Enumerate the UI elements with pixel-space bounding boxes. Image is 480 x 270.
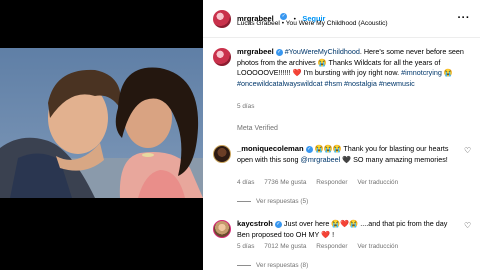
verified-icon: ✓	[305, 145, 313, 153]
comment-text: _moniquecoleman ✓ 😭😭😭 Thank you for blast…	[237, 144, 459, 165]
comment-author[interactable]: _moniquecoleman	[237, 144, 304, 153]
like-comment-icon[interactable]: ♡	[464, 222, 472, 230]
comment-actions: 4 días 7736 Me gusta Responder Ver tradu…	[237, 179, 406, 186]
comment-text: kaycstroh ✓ Just over here 😭❤️😭 ....and t…	[237, 219, 459, 240]
more-options-icon[interactable]: ···	[458, 12, 471, 24]
commenter-avatar[interactable]	[213, 145, 231, 163]
translate-button[interactable]: Ver traducción	[357, 243, 398, 250]
post-media-panel	[0, 0, 203, 270]
meta-verified-label: Meta Verified	[237, 125, 278, 132]
view-replies-button[interactable]: Ver respuestas (5)	[237, 198, 308, 205]
reply-button[interactable]: Responder	[316, 179, 347, 186]
translate-button[interactable]: Ver traducción	[357, 179, 398, 186]
comment-actions: 5 días 7012 Me gusta Responder Ver tradu…	[237, 243, 406, 250]
caption-avatar[interactable]	[213, 48, 231, 66]
comment-age: 4 días	[237, 179, 255, 186]
mention-link[interactable]: @mrgrabeel	[301, 155, 341, 164]
view-replies-button[interactable]: Ver respuestas (8)	[237, 262, 308, 269]
post-detail-panel: mrgrabeel ✓ • Seguir Lucas Grabeel • You…	[203, 0, 480, 270]
comment-likes[interactable]: 7736 Me gusta	[264, 179, 306, 186]
caption-author[interactable]: mrgrabeel	[237, 47, 274, 56]
reply-button[interactable]: Responder	[316, 243, 347, 250]
commenter-avatar[interactable]	[213, 220, 231, 238]
caption-age: 5 días	[237, 103, 255, 110]
comment-body-end: 🖤 SO many amazing memories!	[340, 154, 448, 164]
like-comment-icon[interactable]: ♡	[464, 147, 472, 155]
post-header: mrgrabeel ✓ • Seguir Lucas Grabeel • You…	[203, 0, 480, 38]
replies-label: Ver respuestas (5)	[256, 198, 309, 205]
hashtag-link[interactable]: #YouWereMyChildhood	[285, 47, 360, 56]
author-avatar[interactable]	[213, 10, 231, 28]
comment-likes[interactable]: 7012 Me gusta	[264, 243, 306, 250]
post-photo[interactable]	[0, 48, 203, 198]
comment-author[interactable]: kaycstroh	[237, 219, 273, 228]
audio-track-link[interactable]: Lucas Grabeel • You Were My Childhood (A…	[237, 20, 388, 27]
verified-icon: ✓	[275, 48, 283, 56]
couple-photo	[0, 48, 203, 198]
replies-divider	[237, 265, 251, 266]
caption-text: mrgrabeel ✓ #YouWereMyChildhood. Here's s…	[237, 47, 471, 89]
replies-label: Ver respuestas (8)	[256, 262, 309, 269]
replies-divider	[237, 201, 251, 202]
verified-icon: ✓	[274, 220, 282, 228]
comment-age: 5 días	[237, 243, 255, 250]
